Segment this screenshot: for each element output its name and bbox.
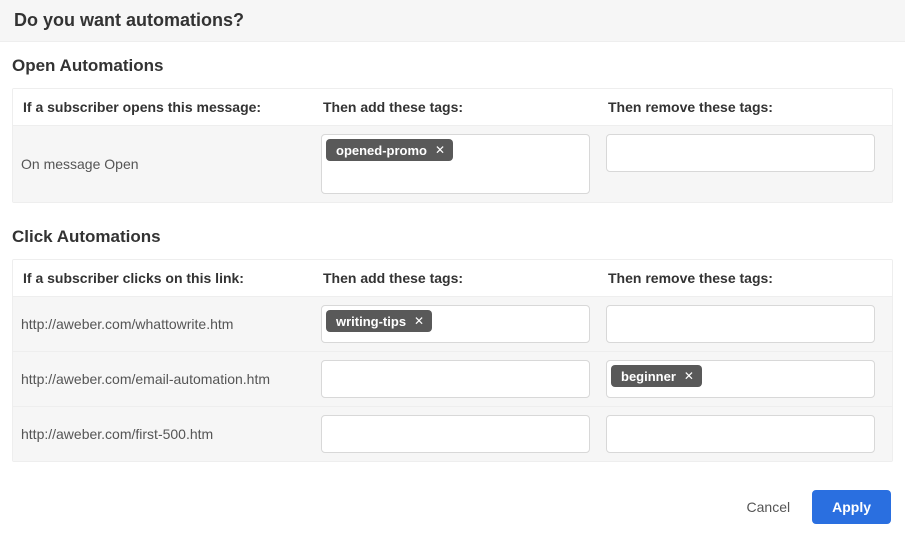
- open-grid-header: If a subscriber opens this message: Then…: [13, 89, 892, 126]
- click-automations-grid: If a subscriber clicks on this link: The…: [12, 259, 893, 462]
- add-tags-input[interactable]: [321, 360, 590, 398]
- tag-label: writing-tips: [336, 315, 406, 328]
- click-grid-header: If a subscriber clicks on this link: The…: [13, 260, 892, 297]
- add-tags-cell: opened-promo ✕: [313, 126, 598, 202]
- click-link-cell: http://aweber.com/whattowrite.htm: [13, 297, 313, 351]
- open-automations-grid: If a subscriber opens this message: Then…: [12, 88, 893, 203]
- add-tags-input[interactable]: [321, 415, 590, 453]
- open-automations-section: Open Automations If a subscriber opens t…: [0, 42, 905, 203]
- open-trigger-text: On message Open: [21, 156, 139, 172]
- click-col1-header: If a subscriber clicks on this link:: [13, 260, 313, 296]
- click-automations-title: Click Automations: [12, 227, 899, 247]
- open-automation-row: On message Open opened-promo ✕: [13, 126, 892, 202]
- remove-tags-input[interactable]: [606, 305, 875, 343]
- page-header: Do you want automations?: [0, 0, 905, 42]
- remove-tags-cell: [598, 126, 883, 202]
- click-automation-row: http://aweber.com/email-automation.htm be…: [13, 352, 892, 407]
- footer-actions: Cancel Apply: [0, 462, 905, 534]
- click-link-cell: http://aweber.com/email-automation.htm: [13, 352, 313, 406]
- open-trigger-cell: On message Open: [13, 126, 313, 202]
- add-tags-cell: writing-tips ✕: [313, 297, 598, 351]
- add-tags-cell: [313, 407, 598, 461]
- remove-tags-cell: beginner ✕: [598, 352, 883, 406]
- tag-label: beginner: [621, 370, 676, 383]
- add-tags-input[interactable]: writing-tips ✕: [321, 305, 590, 343]
- tag-chip: writing-tips ✕: [326, 310, 432, 332]
- open-automations-title: Open Automations: [12, 56, 899, 76]
- tag-label: opened-promo: [336, 144, 427, 157]
- page-title: Do you want automations?: [14, 10, 891, 31]
- click-automation-row: http://aweber.com/first-500.htm: [13, 407, 892, 461]
- tag-remove-icon[interactable]: ✕: [433, 143, 447, 157]
- add-tags-input[interactable]: opened-promo ✕: [321, 134, 590, 194]
- open-col1-header: If a subscriber opens this message:: [13, 89, 313, 125]
- click-link-text: http://aweber.com/first-500.htm: [21, 426, 213, 442]
- click-link-text: http://aweber.com/email-automation.htm: [21, 371, 270, 387]
- add-tags-cell: [313, 352, 598, 406]
- remove-tags-input[interactable]: beginner ✕: [606, 360, 875, 398]
- remove-tags-cell: [598, 407, 883, 461]
- click-link-text: http://aweber.com/whattowrite.htm: [21, 316, 233, 332]
- click-link-cell: http://aweber.com/first-500.htm: [13, 407, 313, 461]
- remove-tags-input[interactable]: [606, 134, 875, 172]
- click-automations-section: Click Automations If a subscriber clicks…: [0, 203, 905, 462]
- tag-remove-icon[interactable]: ✕: [412, 314, 426, 328]
- click-automation-row: http://aweber.com/whattowrite.htm writing…: [13, 297, 892, 352]
- remove-tags-cell: [598, 297, 883, 351]
- cancel-button[interactable]: Cancel: [743, 491, 795, 523]
- open-col2-header: Then add these tags:: [313, 89, 598, 125]
- remove-tags-input[interactable]: [606, 415, 875, 453]
- apply-button[interactable]: Apply: [812, 490, 891, 524]
- click-col2-header: Then add these tags:: [313, 260, 598, 296]
- tag-remove-icon[interactable]: ✕: [682, 369, 696, 383]
- tag-chip: opened-promo ✕: [326, 139, 453, 161]
- click-col3-header: Then remove these tags:: [598, 260, 883, 296]
- tag-chip: beginner ✕: [611, 365, 702, 387]
- open-col3-header: Then remove these tags:: [598, 89, 883, 125]
